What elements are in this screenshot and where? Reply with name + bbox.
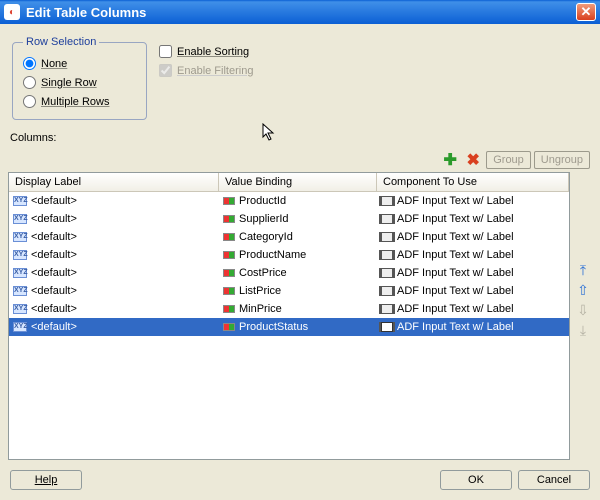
cell-display: <default>	[31, 195, 77, 207]
radio-label[interactable]: None	[41, 58, 67, 70]
binding-icon	[223, 251, 235, 259]
enable-filtering-checkbox	[159, 64, 172, 77]
header-value-binding[interactable]: Value Binding	[219, 173, 377, 191]
cell-binding: ListPrice	[239, 285, 281, 297]
cell-display: <default>	[31, 303, 77, 315]
cell-component: ADF Input Text w/ Label	[397, 285, 514, 297]
cell-display: <default>	[31, 231, 77, 243]
cell-component: ADF Input Text w/ Label	[397, 267, 514, 279]
table-row[interactable]: XYZ <default> ProductName ADF Input Text w/…	[9, 246, 569, 264]
cell-binding: ProductName	[239, 249, 306, 261]
cell-display: <default>	[31, 321, 77, 333]
header-display-label[interactable]: Display Label	[9, 173, 219, 191]
radio-multiple-rows[interactable]: Multiple Rows	[23, 92, 136, 111]
radio-single-row[interactable]: Single Row	[23, 73, 136, 92]
cell-display: <default>	[31, 249, 77, 261]
binding-icon	[223, 323, 235, 331]
cancel-button[interactable]: Cancel	[518, 470, 590, 490]
component-icon	[381, 250, 393, 260]
component-icon	[381, 286, 393, 296]
cell-display: <default>	[31, 267, 77, 279]
group-button: Group	[486, 151, 531, 169]
enable-sorting-label[interactable]: Enable Sorting	[177, 46, 249, 58]
table-row[interactable]: XYZ <default> ProductId ADF Input Text w/ L…	[9, 192, 569, 210]
add-icon[interactable]: ✚	[440, 150, 460, 170]
columns-toolbar: ✚ ✖ Group Ungroup	[8, 148, 592, 172]
help-button[interactable]: Help	[10, 470, 82, 490]
table-row[interactable]: XYZ <default> ListPrice ADF Input Text w/ L…	[9, 282, 569, 300]
move-up-icon[interactable]: ⇧	[575, 282, 591, 298]
cell-binding: SupplierId	[239, 213, 289, 225]
radio-input[interactable]	[23, 95, 36, 108]
xyz-icon: XYZ	[13, 196, 27, 206]
table-row[interactable]: XYZ <default> CostPrice ADF Input Text w/ L…	[9, 264, 569, 282]
component-icon	[381, 232, 393, 242]
radio-label[interactable]: Single Row	[41, 77, 97, 89]
xyz-icon: XYZ	[13, 232, 27, 242]
header-component[interactable]: Component To Use	[377, 173, 569, 191]
component-icon	[381, 322, 393, 332]
row-selection-legend: Row Selection	[23, 36, 99, 48]
radio-label[interactable]: Multiple Rows	[41, 96, 109, 108]
cell-binding: ProductStatus	[239, 321, 308, 333]
table-row[interactable]: XYZ <default> MinPrice ADF Input Text w/ La…	[9, 300, 569, 318]
close-button[interactable]: ✕	[576, 3, 596, 21]
radio-input[interactable]	[23, 76, 36, 89]
title-bar: ◐ Edit Table Columns ✕	[0, 0, 600, 24]
move-down-icon: ⇩	[575, 302, 591, 318]
xyz-icon: XYZ	[13, 214, 27, 224]
xyz-icon: XYZ	[13, 304, 27, 314]
enable-sorting-row[interactable]: Enable Sorting	[159, 42, 253, 61]
binding-icon	[223, 287, 235, 295]
cell-binding: ProductId	[239, 195, 286, 207]
binding-icon	[223, 269, 235, 277]
move-top-icon[interactable]: ⤒	[575, 262, 591, 278]
component-icon	[381, 268, 393, 278]
ungroup-button: Ungroup	[534, 151, 590, 169]
cell-binding: CategoryId	[239, 231, 293, 243]
radio-input[interactable]	[23, 57, 36, 70]
cell-component: ADF Input Text w/ Label	[397, 195, 514, 207]
xyz-icon: XYZ	[13, 286, 27, 296]
component-icon	[381, 304, 393, 314]
component-icon	[381, 196, 393, 206]
delete-icon[interactable]: ✖	[463, 150, 483, 170]
columns-table[interactable]: Display Label Value Binding Component To…	[8, 172, 570, 460]
table-row[interactable]: XYZ <default> SupplierId ADF Input Text w/ …	[9, 210, 569, 228]
binding-icon	[223, 305, 235, 313]
columns-label: Columns:	[8, 130, 592, 148]
ok-button[interactable]: OK	[440, 470, 512, 490]
enable-filtering-row: Enable Filtering	[159, 61, 253, 80]
cell-component: ADF Input Text w/ Label	[397, 303, 514, 315]
component-icon	[381, 214, 393, 224]
cell-component: ADF Input Text w/ Label	[397, 213, 514, 225]
xyz-icon: XYZ	[13, 322, 27, 332]
enable-sorting-checkbox[interactable]	[159, 45, 172, 58]
cell-component: ADF Input Text w/ Label	[397, 231, 514, 243]
xyz-icon: XYZ	[13, 250, 27, 260]
cell-binding: CostPrice	[239, 267, 287, 279]
app-icon: ◐	[4, 4, 20, 20]
move-bottom-icon: ⤓	[575, 322, 591, 338]
table-row[interactable]: XYZ <default> ProductStatus ADF Input Text …	[9, 318, 569, 336]
row-selection-group: Row Selection None Single Row Multiple Row…	[12, 36, 147, 120]
cell-display: <default>	[31, 213, 77, 225]
binding-icon	[223, 215, 235, 223]
cell-display: <default>	[31, 285, 77, 297]
radio-none[interactable]: None	[23, 54, 136, 73]
binding-icon	[223, 197, 235, 205]
cell-binding: MinPrice	[239, 303, 282, 315]
binding-icon	[223, 233, 235, 241]
cell-component: ADF Input Text w/ Label	[397, 249, 514, 261]
cell-component: ADF Input Text w/ Label	[397, 321, 514, 333]
table-row[interactable]: XYZ <default> CategoryId ADF Input Text w/ …	[9, 228, 569, 246]
enable-filtering-label: Enable Filtering	[177, 65, 253, 77]
window-title: Edit Table Columns	[26, 5, 576, 20]
xyz-icon: XYZ	[13, 268, 27, 278]
